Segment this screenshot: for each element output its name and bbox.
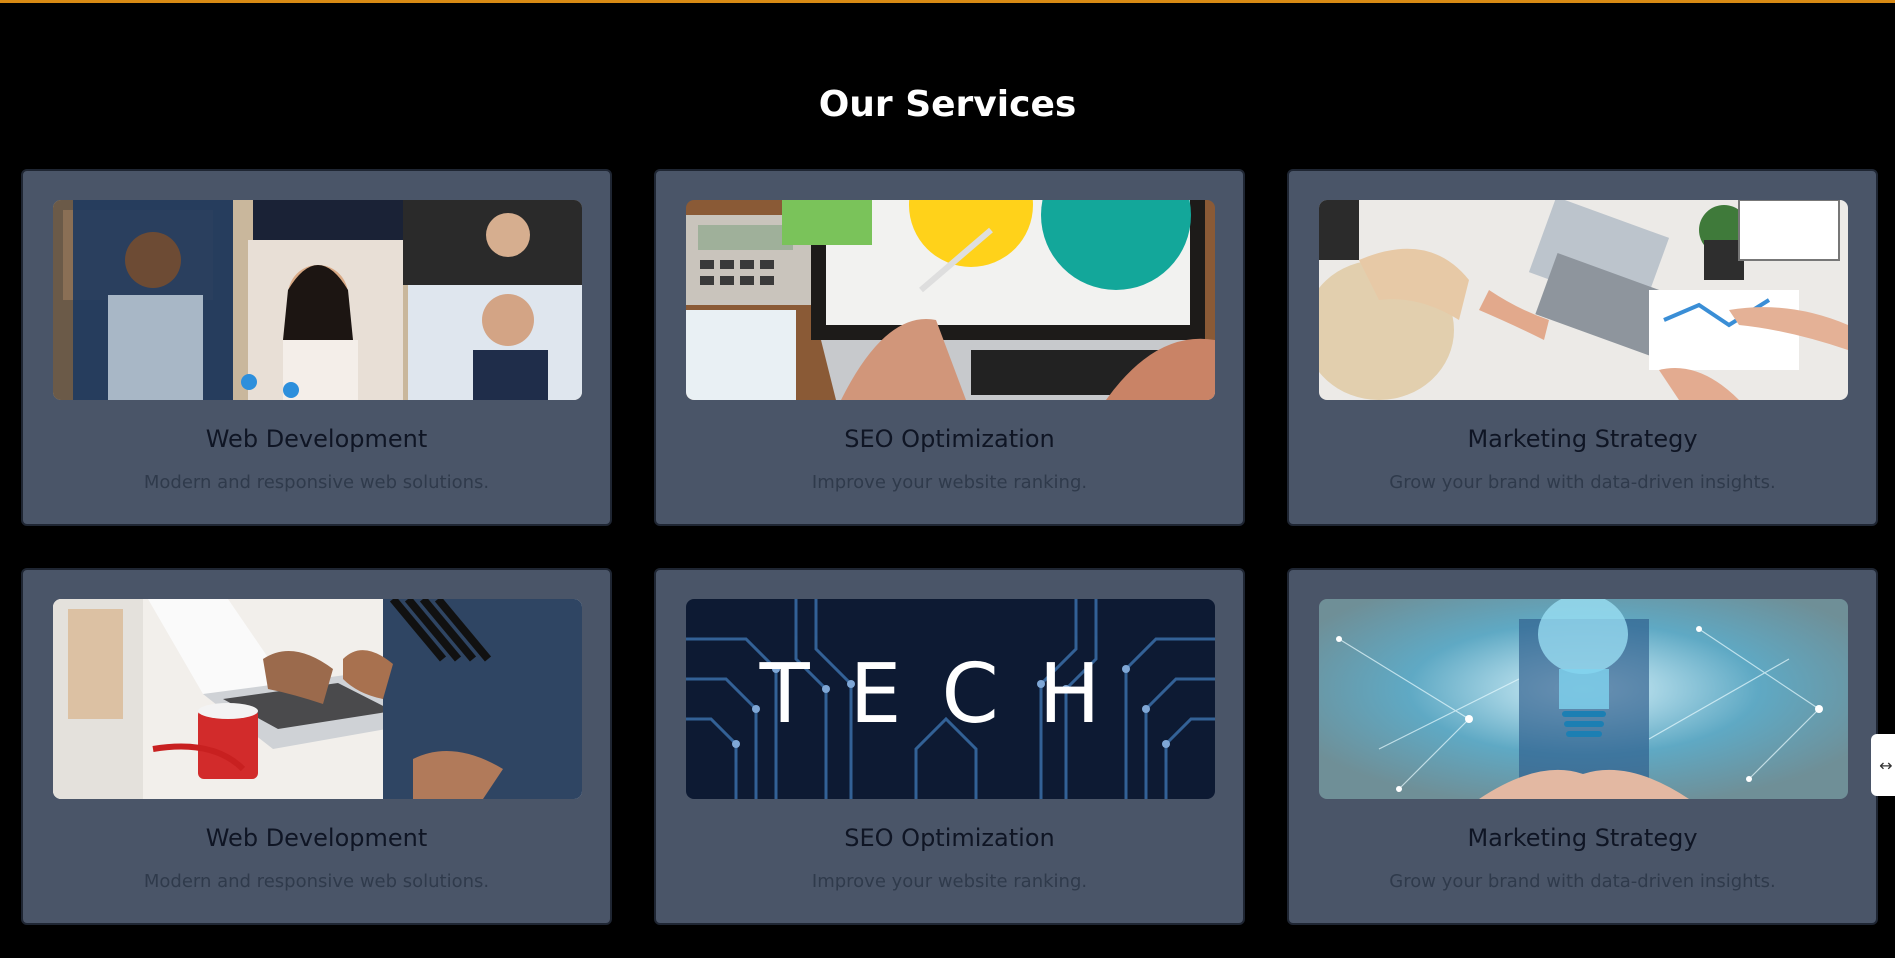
laptop-typing-photo (53, 599, 582, 799)
card-title: SEO Optimization (844, 824, 1055, 852)
team-meeting-photo (1319, 200, 1848, 400)
card-description: Grow your brand with data-driven insight… (1389, 871, 1776, 892)
lightbulb-network-photo (1319, 599, 1848, 799)
card-title: Web Development (205, 824, 428, 852)
service-card[interactable]: Web Development Modern and responsive we… (21, 169, 612, 526)
card-title: Marketing Strategy (1467, 824, 1698, 852)
card-description: Modern and responsive web solutions. (143, 472, 490, 493)
top-accent-line (0, 0, 1895, 3)
tech-circuit-photo: TECH (686, 599, 1215, 799)
card-title: SEO Optimization (844, 425, 1055, 453)
card-description: Improve your website ranking. (811, 472, 1088, 493)
card-description: Improve your website ranking. (811, 871, 1088, 892)
video-conference-photo (53, 200, 582, 400)
laptop-mission-photo (686, 200, 1215, 400)
service-card[interactable]: SEO Optimization Improve your website ra… (654, 169, 1245, 526)
card-title: Marketing Strategy (1467, 425, 1698, 453)
resize-icon[interactable]: ↔ (1871, 734, 1895, 796)
service-card[interactable]: Marketing Strategy Grow your brand with … (1287, 169, 1878, 526)
tech-image-text: TECH (759, 647, 1141, 742)
card-description: Grow your brand with data-driven insight… (1389, 472, 1776, 493)
card-description: Modern and responsive web solutions. (143, 871, 490, 892)
service-card[interactable]: TECH SEO Optimization Improve your websi… (654, 568, 1245, 925)
section-title: Our Services (818, 84, 1077, 125)
service-card[interactable]: Web Development Modern and responsive we… (21, 568, 612, 925)
services-grid: Web Development Modern and responsive we… (21, 169, 1878, 925)
card-title: Web Development (205, 425, 428, 453)
service-card[interactable]: Marketing Strategy Grow your brand with … (1287, 568, 1878, 925)
